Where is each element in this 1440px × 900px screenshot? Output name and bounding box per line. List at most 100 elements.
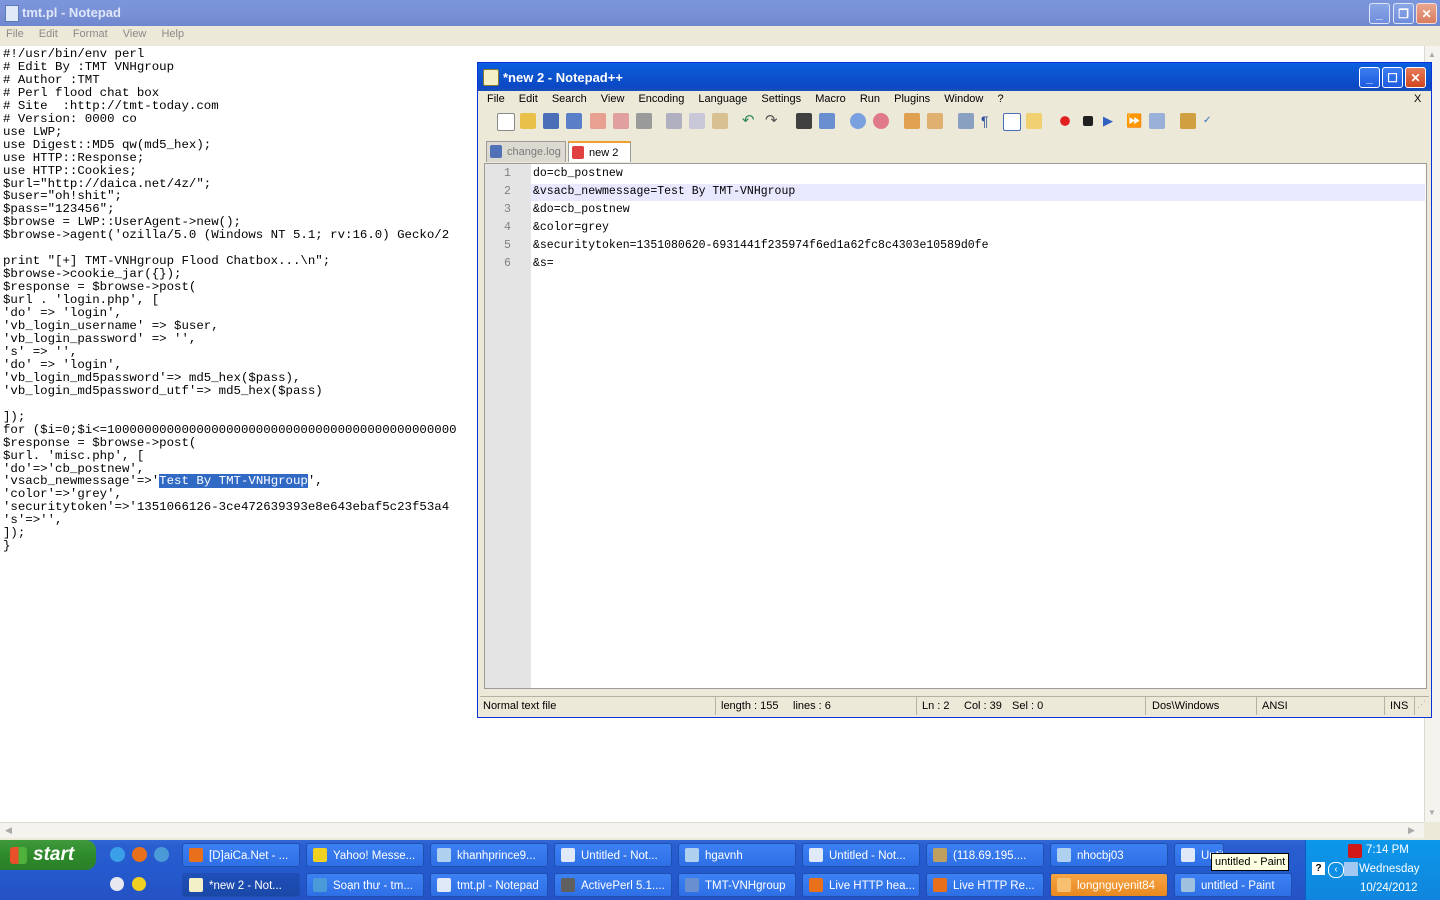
npp-menu-macro[interactable]: Macro (815, 93, 846, 105)
antivirus-icon[interactable] (1348, 844, 1362, 858)
restore-button[interactable]: ❐ (1393, 3, 1414, 24)
find-icon[interactable] (796, 113, 812, 129)
menu-help[interactable]: Help (161, 28, 184, 40)
menu-edit[interactable]: Edit (39, 28, 58, 40)
code-line[interactable]: &s= (533, 257, 554, 270)
replace-icon[interactable] (819, 113, 835, 129)
npp-maximize-button[interactable]: ☐ (1382, 67, 1403, 88)
scroll-up-arrow-icon[interactable]: ▲ (1428, 50, 1436, 59)
notepad-titlebar[interactable]: tmt.pl - Notepad _ ❐ ✕ (0, 0, 1440, 26)
scroll-down-arrow-icon[interactable]: ▼ (1428, 808, 1436, 817)
paste-icon[interactable] (712, 113, 728, 129)
clock-time[interactable]: 7:14 PM (1366, 844, 1409, 856)
taskbar-button-untitled-notepad-1[interactable]: Untitled - Not... (554, 843, 672, 867)
taskbar-button-nhocbj03[interactable]: nhocbj03 (1050, 843, 1168, 867)
taskbar-button-soan-thu[interactable]: Soạn thư - tm... (306, 873, 424, 897)
resize-grip-icon[interactable]: ⋰ (1417, 699, 1427, 711)
firefox-icon[interactable] (132, 847, 147, 862)
tab-change-log[interactable]: change.log (486, 141, 566, 162)
taskbar-button-live-http-headers[interactable]: Live HTTP hea... (802, 873, 920, 897)
stop-macro-icon[interactable] (1083, 116, 1093, 126)
word-wrap-icon[interactable] (958, 113, 974, 129)
spell-check-icon[interactable]: ✓ (1203, 113, 1219, 129)
taskbar-button-live-http-replay[interactable]: Live HTTP Re... (926, 873, 1044, 897)
menu-format[interactable]: Format (73, 28, 108, 40)
taskbar-button-hgavnh[interactable]: hgavnh (678, 843, 796, 867)
code-line[interactable]: &vsacb_newmessage=Test By TMT-VNHgroup (533, 185, 795, 198)
menu-view[interactable]: View (123, 28, 147, 40)
zoom-out-icon[interactable] (873, 113, 889, 129)
npp-menu-plugins[interactable]: Plugins (894, 93, 930, 105)
taskbar-button-longnguyenit84[interactable]: longnguyenit84 (1050, 873, 1168, 897)
taskbar-button-npp-new-2[interactable]: *new 2 - Not... (182, 873, 300, 897)
npp-title: *new 2 - Notepad++ (503, 70, 623, 85)
close-file-icon[interactable] (590, 113, 606, 129)
npp-doc-close-button[interactable]: X (1414, 93, 1421, 105)
taskbar-button-untitled-paint[interactable]: untitled - Paint (1174, 873, 1292, 897)
help-icon[interactable]: ? (1312, 862, 1325, 875)
taskbar-button-activeperl[interactable]: ActivePerl 5.1.... (554, 873, 672, 897)
notepad-hscrollbar[interactable]: ◀ ▶ (0, 822, 1424, 838)
minimize-button[interactable]: _ (1369, 3, 1390, 24)
open-file-icon[interactable] (520, 113, 536, 129)
code-line[interactable]: &color=grey (533, 221, 609, 234)
indent-guide-icon[interactable] (1003, 113, 1021, 131)
launch-browser-icon[interactable] (1180, 113, 1196, 129)
expand-tray-icon[interactable]: ‹ (1328, 862, 1344, 878)
taskbar-button-daica-net[interactable]: [D]aiCa.Net - ... (182, 843, 300, 867)
close-button[interactable]: ✕ (1416, 3, 1437, 24)
user-lang-icon[interactable] (1026, 113, 1042, 129)
tab-change-log-label: change.log (507, 146, 561, 158)
code-line[interactable]: &do=cb_postnew (533, 203, 630, 216)
code-line[interactable]: &securitytoken=1351080620-6931441f235974… (533, 239, 988, 252)
npp-minimize-button[interactable]: _ (1359, 67, 1380, 88)
taskbar-button-tmt-pl-notepad[interactable]: tmt.pl - Notepad (430, 873, 548, 897)
undo-icon[interactable]: ↶ (742, 113, 758, 129)
save-icon[interactable] (543, 113, 559, 129)
npp-close-button[interactable]: ✕ (1405, 67, 1426, 88)
media-player-icon[interactable] (110, 877, 124, 891)
tab-new-2[interactable]: new 2 (568, 141, 631, 162)
taskbar-button-untitled-notepad-2[interactable]: Untitled - Not... (802, 843, 920, 867)
cut-icon[interactable] (666, 113, 682, 129)
show-all-chars-icon[interactable]: ¶ (981, 113, 997, 129)
npp-menu-file[interactable]: File (487, 93, 505, 105)
chrome-icon[interactable] (154, 847, 169, 862)
code-line[interactable]: do=cb_postnew (533, 167, 623, 180)
sync-vertical-icon[interactable] (904, 113, 920, 129)
zoom-in-icon[interactable] (850, 113, 866, 129)
copy-icon[interactable] (689, 113, 705, 129)
npp-menu-help[interactable]: ? (997, 93, 1003, 105)
npp-menu-settings[interactable]: Settings (761, 93, 801, 105)
npp-menu-view[interactable]: View (601, 93, 625, 105)
start-button[interactable]: start (0, 840, 96, 870)
save-all-icon[interactable] (566, 113, 582, 129)
npp-menu-search[interactable]: Search (552, 93, 587, 105)
print-icon[interactable] (636, 113, 652, 129)
npp-menu-language[interactable]: Language (698, 93, 747, 105)
play-macro-icon[interactable]: ▶ (1103, 113, 1119, 129)
save-macro-icon[interactable] (1149, 113, 1165, 129)
redo-icon[interactable]: ↷ (765, 113, 781, 129)
scroll-right-arrow-icon[interactable]: ▶ (1408, 825, 1415, 836)
yahoo-messenger-icon[interactable] (132, 877, 146, 891)
npp-menu-encoding[interactable]: Encoding (638, 93, 684, 105)
taskbar-button-yahoo-messenger[interactable]: Yahoo! Messe... (306, 843, 424, 867)
network-icon[interactable] (1344, 862, 1358, 876)
taskbar-button-ip-address[interactable]: (118.69.195.... (926, 843, 1044, 867)
close-all-icon[interactable] (613, 113, 629, 129)
scroll-left-arrow-icon[interactable]: ◀ (5, 825, 12, 836)
taskbar-button-tmt-vnhgroup[interactable]: TMT-VNHgroup (678, 873, 796, 897)
taskbar-button-khanhprince9[interactable]: khanhprince9... (430, 843, 548, 867)
npp-menu-edit[interactable]: Edit (519, 93, 538, 105)
npp-menu-run[interactable]: Run (860, 93, 880, 105)
ie-icon[interactable] (110, 847, 125, 862)
menu-file[interactable]: File (6, 28, 24, 40)
new-file-icon[interactable] (497, 113, 515, 131)
record-macro-icon[interactable] (1057, 113, 1073, 129)
npp-titlebar[interactable]: *new 2 - Notepad++ _ ☐ ✕ (478, 63, 1431, 91)
npp-menu-window[interactable]: Window (944, 93, 983, 105)
npp-editor[interactable]: 1 do=cb_postnew 2 &vsacb_newmessage=Test By… (484, 163, 1427, 689)
run-macro-multiple-icon[interactable]: ⏩ (1126, 113, 1142, 129)
sync-horizontal-icon[interactable] (927, 113, 943, 129)
